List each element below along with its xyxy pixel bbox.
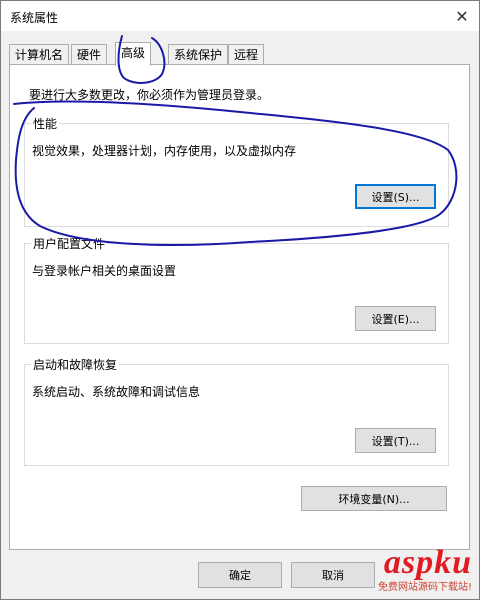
admin-notice: 要进行大多数更改，你必须作为管理员登录。	[29, 88, 270, 102]
system-properties-window: 系统属性 ✕ 计算机名 硬件 高级 系统保护 远程 要进行大多数更改，你必须作为…	[0, 0, 480, 600]
window-title: 系统属性	[10, 11, 59, 25]
performance-desc: 视觉效果，处理器计划，内存使用，以及虚拟内存	[32, 144, 297, 158]
user-profiles-title: 用户配置文件	[31, 235, 108, 252]
tab-computer-name[interactable]: 计算机名	[9, 44, 70, 65]
tab-advanced[interactable]: 高级	[115, 42, 152, 66]
performance-group: 性能 视觉效果，处理器计划，内存使用，以及虚拟内存 设置(S)...	[24, 115, 449, 227]
tab-hardware[interactable]: 硬件	[71, 44, 108, 65]
user-profiles-desc: 与登录帐户相关的桌面设置	[32, 264, 177, 278]
startup-recovery-desc: 系统启动、系统故障和调试信息	[32, 385, 201, 399]
environment-variables-button[interactable]: 环境变量(N)...	[301, 486, 447, 511]
user-profiles-settings-button[interactable]: 设置(E)...	[355, 306, 436, 331]
performance-title: 性能	[31, 115, 60, 132]
close-icon: ✕	[455, 6, 469, 26]
startup-recovery-group: 启动和故障恢复 系统启动、系统故障和调试信息 设置(T)...	[24, 356, 449, 466]
user-profiles-group: 用户配置文件 与登录帐户相关的桌面设置 设置(E)...	[24, 235, 449, 344]
startup-recovery-title: 启动和故障恢复	[31, 356, 120, 373]
advanced-tab-panel: 要进行大多数更改，你必须作为管理员登录。 性能 视觉效果，处理器计划，内存使用，…	[9, 64, 470, 550]
close-button[interactable]: ✕	[451, 5, 473, 27]
performance-settings-button[interactable]: 设置(S)...	[355, 184, 436, 209]
cancel-button[interactable]: 取消	[291, 562, 375, 588]
ok-button[interactable]: 确定	[198, 562, 282, 588]
title-bar: 系统属性 ✕	[1, 1, 479, 31]
tab-strip: 计算机名 硬件 高级 系统保护 远程	[9, 42, 469, 66]
tab-system-protection[interactable]: 系统保护	[168, 44, 229, 65]
tab-remote[interactable]: 远程	[228, 44, 265, 65]
startup-recovery-settings-button[interactable]: 设置(T)...	[355, 428, 436, 453]
